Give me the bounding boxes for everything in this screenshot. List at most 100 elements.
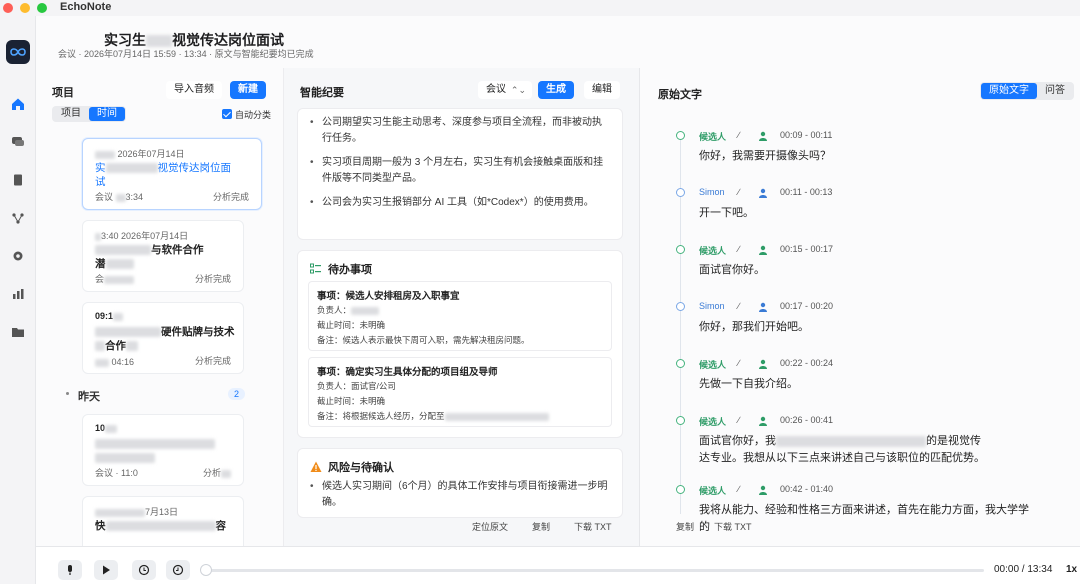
generate-button[interactable]: 生成 [538, 81, 574, 99]
risk-panel: 风险与待确认 候选人实习期间（6个月）的具体工作安排与项目衔接需进一步明确。 [297, 448, 623, 518]
group-count-badge: 2 [228, 388, 246, 400]
book-icon[interactable] [10, 172, 26, 188]
transcript-tabs: 原始文字 问答 [980, 82, 1074, 100]
rewind-button[interactable] [132, 560, 156, 580]
speaker-user-icon[interactable] [758, 131, 768, 141]
segment-time: 00:15 - 00:17 [780, 244, 834, 254]
download-transcript-button[interactable]: 下载 TXT [714, 520, 758, 533]
edit-pencil-icon[interactable]: ∕ [738, 244, 740, 254]
speaker-label[interactable]: 候选人 [699, 415, 726, 428]
rewind-icon [138, 564, 150, 576]
icon-rail [0, 16, 36, 584]
group-label-yesterday[interactable]: 昨天 [78, 388, 100, 404]
app-logo-icon [6, 40, 30, 64]
speaker-label[interactable]: 候选人 [699, 484, 726, 497]
timeline-node [676, 359, 685, 368]
minimize-window-button[interactable] [20, 3, 30, 13]
project-card[interactable]: 09:1 硬件贴牌与技术 合作 04:16 分析完成 [82, 302, 244, 374]
tab-original-text[interactable]: 原始文字 [981, 83, 1037, 99]
app-title: EchoNote [60, 1, 112, 13]
segment-text: 先做一下自我介绍。 [699, 378, 798, 390]
speaker-user-icon[interactable] [758, 416, 768, 426]
copy-transcript-button[interactable]: 复制 [676, 520, 699, 533]
template-select[interactable]: 会议 ⌃⌄ [478, 81, 532, 99]
speaker-user-icon[interactable] [758, 359, 768, 369]
graph-icon[interactable] [10, 210, 26, 226]
auto-group-checkbox[interactable]: 自动分类 [222, 108, 271, 121]
segment-text: 你好，那我们开始吧。 [699, 321, 809, 333]
segment-text: 面试官你好，我 的是视觉传 达专业。我想从以下三点来讲述自己与该职位的匹配优势。 [699, 435, 985, 464]
project-card[interactable]: 10 会议 · 11:0 分析 [82, 414, 244, 486]
speaker-user-icon[interactable] [758, 188, 768, 198]
tab-time[interactable]: 时间 [89, 107, 125, 121]
tab-project[interactable]: 项目 [53, 107, 89, 121]
folder-icon[interactable] [10, 324, 26, 340]
progress-track[interactable] [204, 569, 984, 572]
speaker-label[interactable]: 候选人 [699, 130, 726, 143]
settings-gear-icon[interactable] [10, 248, 26, 264]
locate-original-button[interactable]: 定位原文 [472, 520, 508, 533]
close-window-button[interactable] [3, 3, 13, 13]
speaker-user-icon[interactable] [758, 485, 768, 495]
todo-item[interactable]: 事项：候选人安排租房及入职事宜 负责人： 截止时间：未明确 备注：候选人表示最快… [308, 281, 612, 351]
timeline-node [676, 131, 685, 140]
play-button[interactable] [94, 560, 118, 580]
copy-summary-button[interactable]: 复制 [532, 520, 550, 533]
view-mode-toggle: 项目 时间 [52, 106, 126, 122]
new-button[interactable]: 新建 [230, 81, 266, 99]
speaker-user-icon[interactable] [758, 302, 768, 312]
forward-icon [172, 564, 184, 576]
todo-item[interactable]: 事项：确定实习生具体分配的项目组及导师 负责人：面试官/公司 截止时间：未明确 … [308, 357, 612, 427]
segment-time: 00:26 - 00:41 [780, 415, 834, 425]
progress-knob[interactable] [200, 564, 212, 576]
segment-text: 你好，我需要开摄像头吗？ [699, 150, 831, 162]
home-icon[interactable] [10, 96, 26, 112]
project-card[interactable]: 7月13日 快容 [82, 496, 244, 546]
project-card[interactable]: 2026年07月14日 实视觉传达岗位面试 会议 3:34 分析完成 [82, 138, 262, 210]
key-point: 实习项目周期一般为 3 个月左右，实习生有机会接触桌面版和挂件版等不同类型产品。 [310, 155, 610, 187]
audio-player: 00:00 / 13:34 1x [36, 546, 1080, 584]
project-list-title: 项目 [52, 87, 74, 99]
speaker-label[interactable]: 候选人 [699, 244, 726, 257]
edit-pencil-icon[interactable]: ∕ [738, 130, 740, 140]
edit-pencil-icon[interactable]: ∕ [738, 358, 740, 368]
chat-icon[interactable] [10, 134, 26, 150]
forward-button[interactable] [166, 560, 190, 580]
timeline-node [676, 188, 685, 197]
zoom-window-button[interactable] [37, 3, 47, 13]
transcript-panel: 原始文字 原始文字 问答 候选人 ∕ 00:09 - 00:11 你好，我需要开… [640, 68, 1080, 546]
edit-pencil-icon[interactable]: ∕ [738, 415, 740, 425]
edit-pencil-icon[interactable]: ∕ [738, 301, 740, 311]
key-point: 公司期望实习生能主动思考、深度参与项目全流程，而非被动执行任务。 [310, 115, 610, 147]
edit-button[interactable]: 编辑 [584, 81, 620, 99]
warning-icon [310, 461, 322, 472]
download-summary-button[interactable]: 下载 TXT [574, 520, 612, 533]
tab-qa[interactable]: 问答 [1037, 83, 1073, 99]
check-icon [222, 109, 232, 119]
speaker-label[interactable]: Simon [699, 187, 725, 197]
speaker-label[interactable]: Simon [699, 301, 725, 311]
segment-time: 00:11 - 00:13 [780, 187, 833, 197]
speaker-label[interactable]: 候选人 [699, 358, 726, 371]
mic-button[interactable] [58, 560, 82, 580]
stats-bar-icon[interactable] [10, 286, 26, 302]
status-badge: 分析完成 [212, 192, 249, 202]
segment-time: 00:22 - 00:24 [780, 358, 834, 368]
edit-pencil-icon[interactable]: ∕ [738, 187, 740, 197]
summary-panel: 智能纪要 会议⌃⌄ 生成 编辑 公司期望实习生能主动思考、深度参与项目全流程，而… [284, 68, 640, 546]
play-icon [103, 565, 110, 575]
edit-pencil-icon[interactable]: ∕ [738, 484, 740, 494]
import-audio-button[interactable]: 导入音频 [166, 81, 222, 99]
timeline-node [676, 302, 685, 311]
key-points-panel: 公司期望实习生能主动思考、深度参与项目全流程，而非被动执行任务。 实习项目周期一… [297, 108, 623, 240]
project-card[interactable]: 3:40 2026年07月14日 与软件合作潜 会 分析完成 [82, 220, 244, 292]
checklist-icon [310, 263, 321, 274]
transcript-title: 原始文字 [658, 89, 702, 101]
todo-title: 待办事项 [310, 261, 372, 277]
speaker-user-icon[interactable] [758, 245, 768, 255]
redacted-name [146, 35, 172, 48]
chevron-updown-icon: ⌃⌄ [510, 85, 526, 95]
playback-speed-button[interactable]: 1x [1066, 564, 1077, 575]
todo-panel: 待办事项 事项：候选人安排租房及入职事宜 负责人： 截止时间：未明确 备注：候选… [297, 250, 623, 438]
group-dot [66, 392, 69, 395]
